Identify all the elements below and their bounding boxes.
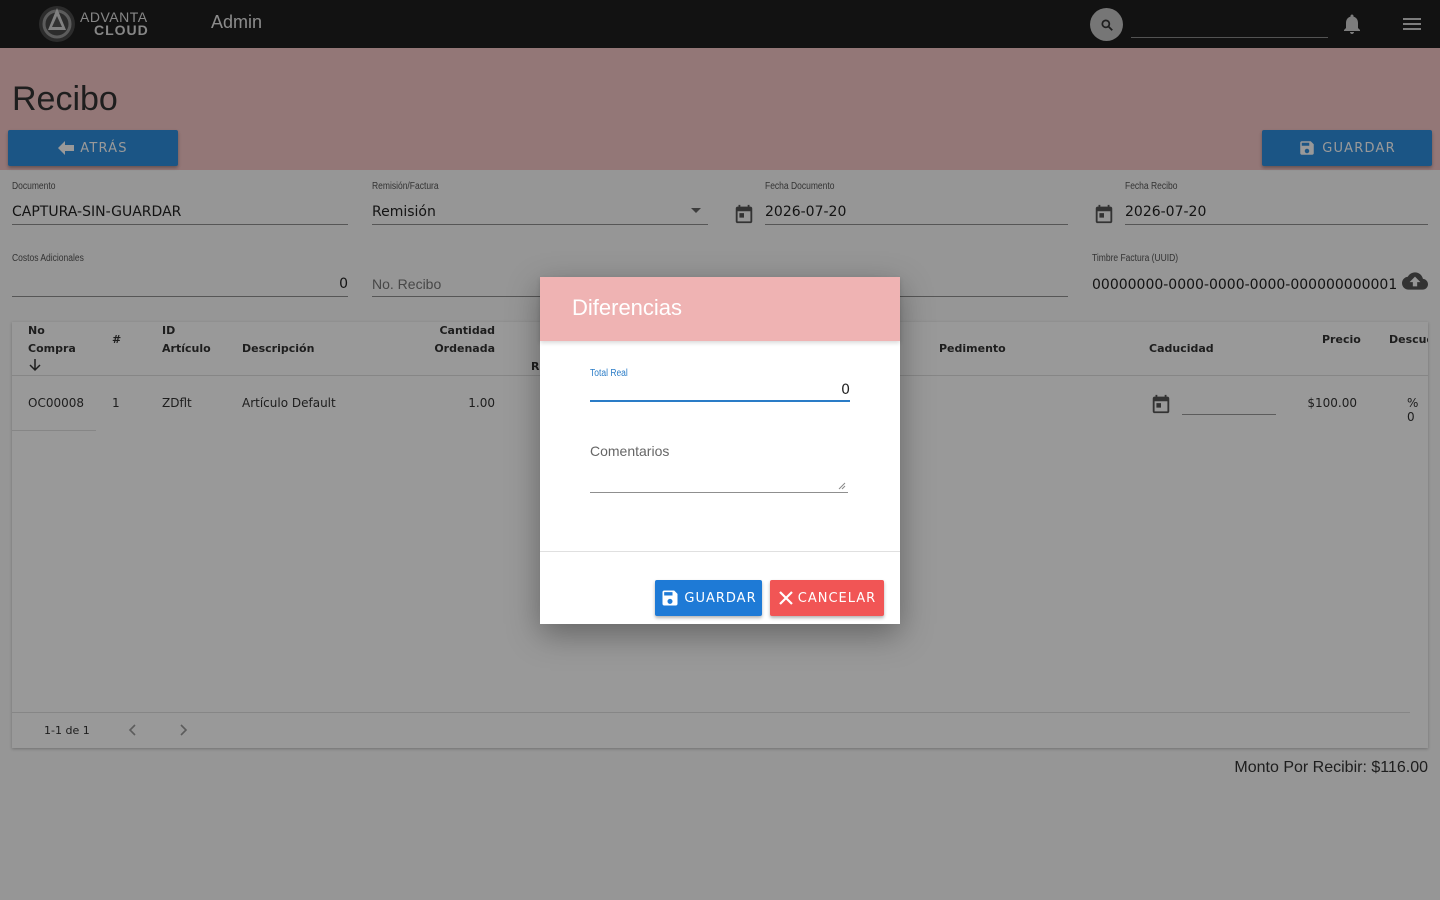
comentarios-placeholder: Comentarios [590, 443, 670, 459]
floppy-disk-icon [662, 590, 678, 606]
total-real-value: 0 [841, 382, 850, 398]
dialog-title: Diferencias [572, 295, 683, 320]
total-real-label: Total Real [590, 368, 628, 379]
dialog-cancel-label: CANCELAR [797, 590, 877, 606]
comentarios-textarea[interactable]: Comentarios [590, 439, 848, 493]
dialog-save-label: GUARDAR [684, 590, 757, 606]
dialog-save-button[interactable]: GUARDAR [655, 580, 762, 616]
dialog-cancel-button[interactable]: CANCELAR [770, 580, 884, 616]
resize-grip-icon[interactable] [838, 482, 846, 490]
dialog-divider [540, 551, 900, 552]
total-real-input[interactable]: Total Real 0 [590, 368, 850, 402]
dialog-header: Diferencias [540, 277, 900, 341]
diferencias-dialog: Diferencias Total Real 0 Comentarios GUA… [540, 277, 900, 624]
close-icon [778, 591, 793, 605]
